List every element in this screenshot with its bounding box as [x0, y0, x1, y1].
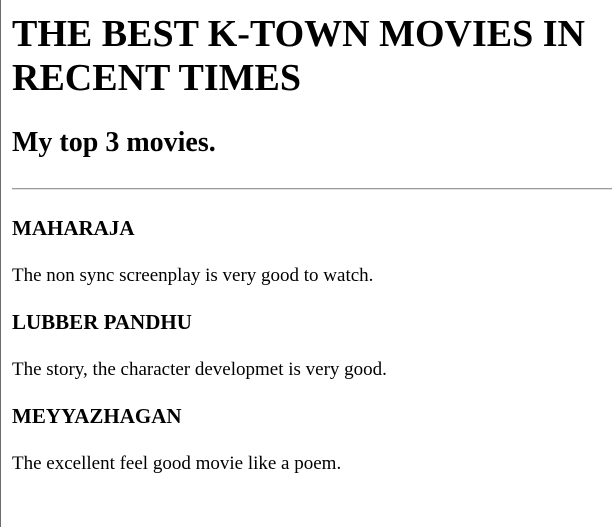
movie-review: The non sync screenplay is very good to … — [12, 265, 374, 286]
divider — [12, 188, 612, 190]
movie-review: The story, the character developmet is v… — [12, 359, 387, 380]
left-border — [0, 0, 1, 527]
page-subtitle: My top 3 movies. — [12, 127, 216, 158]
movie-list: MAHARAJA The non sync screenplay is very… — [12, 216, 612, 475]
page-title-line-2: RECENT TIMES — [12, 57, 301, 99]
movie-review: The excellent feel good movie like a poe… — [12, 453, 342, 474]
page-title-line-1: THE BEST K-TOWN MOVIES IN — [12, 13, 585, 55]
movie-title: MAHARAJA — [12, 216, 135, 240]
movie-title: LUBBER PANDHU — [12, 310, 192, 334]
movie-item-meyyazhagan: MEYYAZHAGAN The excellent feel good movi… — [12, 404, 612, 475]
page-content: THE BEST K-TOWN MOVIES IN RECENT TIMES M… — [12, 0, 612, 474]
movie-item-lubber-pandhu: LUBBER PANDHU The story, the character d… — [12, 310, 612, 381]
movie-title: MEYYAZHAGAN — [12, 404, 182, 428]
page-title: THE BEST K-TOWN MOVIES IN RECENT TIMES — [12, 12, 612, 100]
movie-item-maharaja: MAHARAJA The non sync screenplay is very… — [12, 216, 612, 287]
